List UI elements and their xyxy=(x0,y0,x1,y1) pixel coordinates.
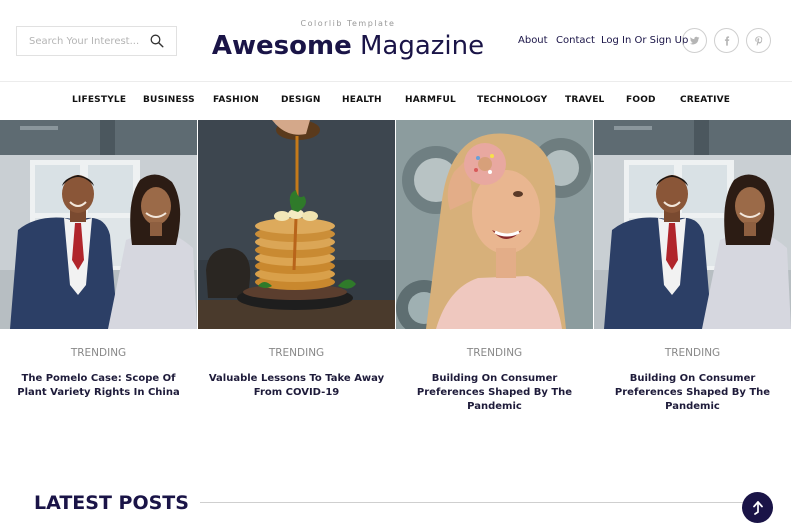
nav-item-fashion[interactable]: FASHION xyxy=(213,95,259,105)
trending-card[interactable]: TRENDING Valuable Lessons To Take Away F… xyxy=(198,120,395,410)
section-divider xyxy=(200,502,748,503)
article-image[interactable] xyxy=(396,120,593,329)
nav-item-harmful[interactable]: HARMFUL xyxy=(405,95,456,105)
about-link[interactable]: About xyxy=(518,35,548,46)
nav-item-technology[interactable]: TECHNOLOGY xyxy=(477,95,547,105)
trending-card[interactable]: TRENDING Building On Consumer Preference… xyxy=(396,120,593,412)
article-category[interactable]: TRENDING xyxy=(198,347,395,359)
trending-card[interactable]: TRENDING Building On Consumer Preference… xyxy=(594,120,791,412)
article-title[interactable]: Building On Consumer Preferences Shaped … xyxy=(602,372,783,414)
article-title[interactable]: Valuable Lessons To Take Away From COVID… xyxy=(206,372,387,400)
latest-posts-heading: LATEST POSTS xyxy=(34,492,189,514)
back-to-top-button[interactable] xyxy=(742,492,773,523)
article-category[interactable]: TRENDING xyxy=(396,347,593,359)
category-nav: LIFESTYLE BUSINESS FASHION DESIGN HEALTH… xyxy=(0,82,792,119)
site-header: Colorlib Template Awesome Magazine About… xyxy=(0,0,792,82)
nav-item-health[interactable]: HEALTH xyxy=(342,95,382,105)
nav-item-travel[interactable]: TRAVEL xyxy=(565,95,604,105)
login-signup-link[interactable]: Log In Or Sign Up xyxy=(601,35,688,46)
logo-bold-text: Awesome xyxy=(211,31,352,61)
facebook-icon[interactable] xyxy=(714,28,739,53)
contact-link[interactable]: Contact xyxy=(556,35,595,46)
logo-regular-text: Magazine xyxy=(359,31,485,61)
article-image[interactable] xyxy=(198,120,395,329)
article-category[interactable]: TRENDING xyxy=(0,347,197,359)
trending-card[interactable]: TRENDING The Pomelo Case: Scope Of Plant… xyxy=(0,120,197,410)
article-category[interactable]: TRENDING xyxy=(594,347,791,359)
nav-item-creative[interactable]: CREATIVE xyxy=(680,95,730,105)
article-image[interactable] xyxy=(594,120,791,329)
article-title[interactable]: Building On Consumer Preferences Shaped … xyxy=(404,372,585,414)
nav-item-lifestyle[interactable]: LIFESTYLE xyxy=(72,95,126,105)
article-title[interactable]: The Pomelo Case: Scope Of Plant Variety … xyxy=(8,372,189,400)
nav-item-business[interactable]: BUSINESS xyxy=(143,95,195,105)
brand-tagline: Colorlib Template xyxy=(300,19,396,28)
arrow-up-icon xyxy=(752,500,763,515)
nav-item-food[interactable]: FOOD xyxy=(626,95,656,105)
pinterest-icon[interactable] xyxy=(746,28,771,53)
article-image[interactable] xyxy=(0,120,197,329)
twitter-icon[interactable] xyxy=(682,28,707,53)
nav-item-design[interactable]: DESIGN xyxy=(281,95,321,105)
